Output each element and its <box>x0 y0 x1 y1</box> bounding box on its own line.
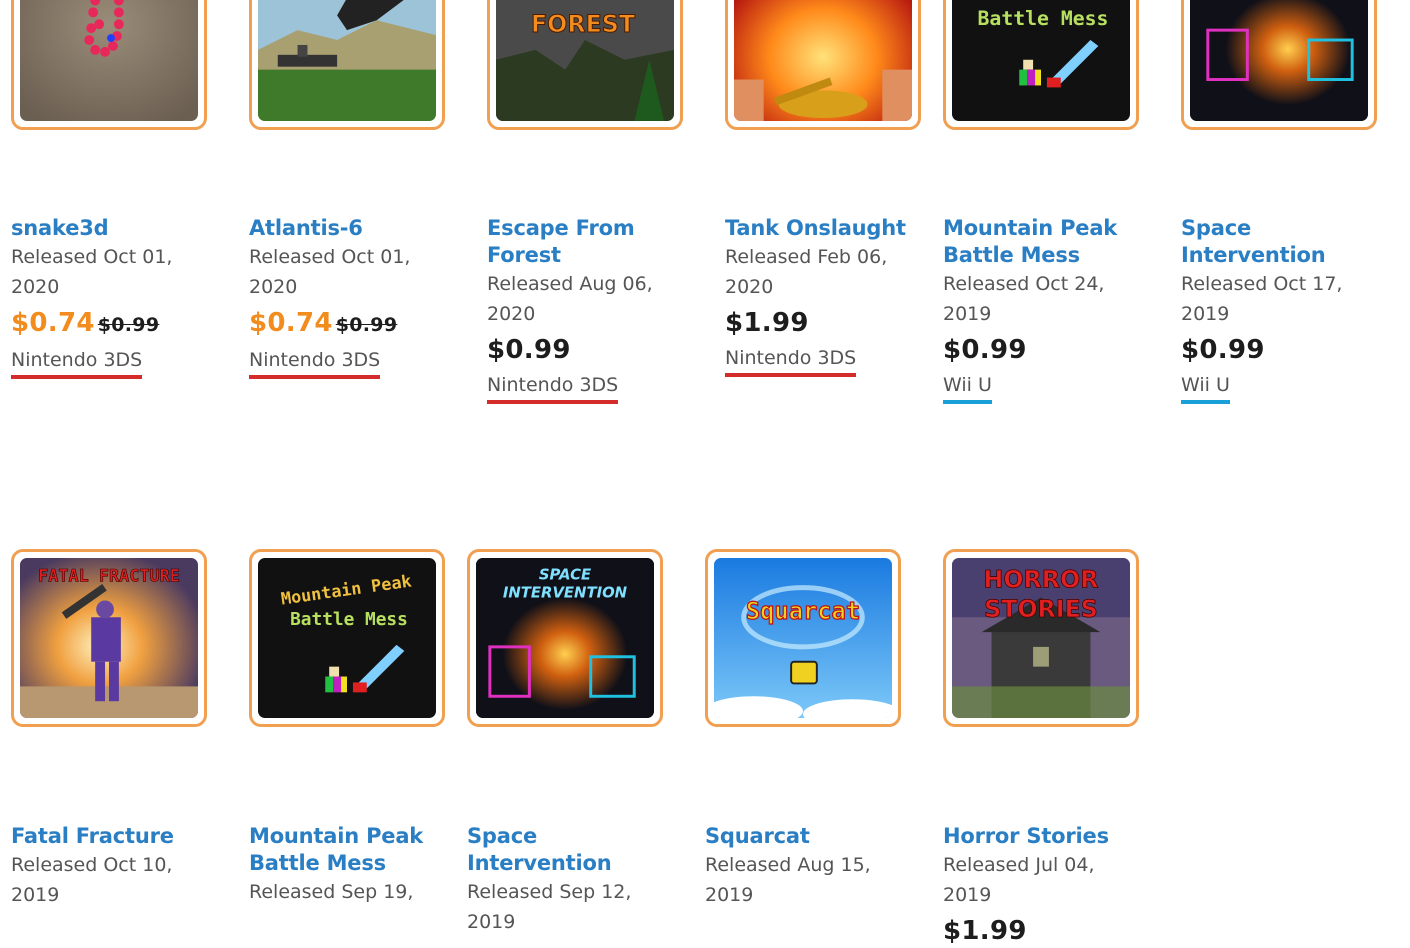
platform-link[interactable]: Wii U <box>943 371 992 404</box>
horror-stories-cover-title-line-2: STORIES <box>984 595 1098 623</box>
mountain-peak-cover-title-line-2: Battle Mess <box>290 609 408 630</box>
game-title-link[interactable]: Space Intervention <box>467 823 667 877</box>
release-date: Released Jul 04, 2019 <box>943 854 1095 906</box>
release-date: Released Oct 24, 2019 <box>943 273 1105 325</box>
price: $1.99 <box>943 916 1027 946</box>
release-date: Released Sep 19, <box>249 881 414 903</box>
space-intervention-cover-title-line-2: INTERVENTION <box>503 585 628 602</box>
sale-price: $0.74 <box>11 308 95 338</box>
game-title-link[interactable]: Fatal Fracture <box>11 823 211 850</box>
game-title-link[interactable]: Horror Stories <box>943 823 1143 850</box>
game-thumbnail[interactable] <box>725 0 921 130</box>
game-title-link[interactable]: Space Intervention <box>1181 215 1381 269</box>
atlantis-cover-image <box>258 0 436 121</box>
forest-cover-title: FOREST <box>531 10 636 38</box>
squarcat-cover-title: Squarcat <box>746 597 860 625</box>
space-intervention-cover-title-line-1: SPACE <box>539 567 591 584</box>
game-title-link[interactable]: Escape From Forest <box>487 215 687 269</box>
release-date: Released Aug 15, 2019 <box>705 854 871 906</box>
release-date: Released Feb 06, 2020 <box>725 246 888 298</box>
game-thumbnail[interactable]: Mountain Peak Battle Mess <box>249 549 445 727</box>
price: $0.74 $0.99 <box>249 306 449 342</box>
price: $0.99 <box>1181 335 1265 365</box>
game-thumbnail[interactable]: Squarcat <box>705 549 901 727</box>
price: $0.74 $0.99 <box>11 306 211 342</box>
platform-link[interactable]: Nintendo 3DS <box>487 371 619 404</box>
game-title-link[interactable]: Atlantis-6 <box>249 215 449 242</box>
horror-stories-cover-image: HORROR STORIES <box>952 558 1130 718</box>
game-title-link[interactable]: snake3d <box>11 215 211 242</box>
game-thumbnail[interactable]: Battle Mess <box>943 0 1139 130</box>
game-title-link[interactable]: Mountain Peak Battle Mess <box>249 823 449 877</box>
platform-link[interactable]: Nintendo 3DS <box>11 346 143 379</box>
release-date: Released Oct 01, 2020 <box>11 246 173 298</box>
game-thumbnail[interactable]: FOREST <box>487 0 683 130</box>
release-date: Released Oct 17, 2019 <box>1181 273 1343 325</box>
original-price: $0.99 <box>335 314 398 336</box>
price: $0.99 <box>487 335 571 365</box>
game-title-link[interactable]: Squarcat <box>705 823 905 850</box>
game-title-link[interactable]: Tank Onslaught <box>725 215 925 242</box>
fatal-fracture-cover-title: FATAL FRACTURE <box>38 566 180 586</box>
release-date: Released Aug 06, 2020 <box>487 273 653 325</box>
sale-price: $0.74 <box>249 308 333 338</box>
game-thumbnail[interactable] <box>249 0 445 130</box>
game-thumbnail[interactable] <box>1181 0 1377 130</box>
release-date: Released Oct 10, 2019 <box>11 854 173 906</box>
horror-stories-cover-title-line-1: HORROR <box>984 566 1099 594</box>
game-title-link[interactable]: Mountain Peak Battle Mess <box>943 215 1143 269</box>
game-thumbnail[interactable]: FATAL FRACTURE <box>11 549 207 727</box>
original-price: $0.99 <box>97 314 160 336</box>
space-intervention-cover-image <box>1190 0 1368 121</box>
platform-link[interactable]: Wii U <box>1181 371 1230 404</box>
forest-cover-image: FOREST <box>496 0 674 121</box>
mountain-peak-cover-image: Mountain Peak Battle Mess <box>258 558 436 718</box>
game-thumbnail[interactable] <box>11 0 207 130</box>
mountain-peak-cover-image: Battle Mess <box>952 0 1130 121</box>
tank-cover-image <box>734 0 912 121</box>
price: $0.99 <box>943 335 1027 365</box>
game-thumbnail[interactable]: HORROR STORIES <box>943 549 1139 727</box>
platform-link[interactable]: Nintendo 3DS <box>249 346 381 379</box>
fatal-fracture-cover-image: FATAL FRACTURE <box>20 558 198 718</box>
mountain-peak-cover-title: Battle Mess <box>978 7 1109 30</box>
space-intervention-cover-image: SPACE INTERVENTION <box>476 558 654 718</box>
release-date: Released Oct 01, 2020 <box>249 246 411 298</box>
game-thumbnail[interactable]: SPACE INTERVENTION <box>467 549 663 727</box>
price: $1.99 <box>725 308 809 338</box>
snake-cover-image <box>20 0 198 121</box>
platform-link[interactable]: Nintendo 3DS <box>725 344 857 377</box>
release-date: Released Sep 12, 2019 <box>467 881 632 933</box>
squarcat-cover-image: Squarcat <box>714 558 892 718</box>
